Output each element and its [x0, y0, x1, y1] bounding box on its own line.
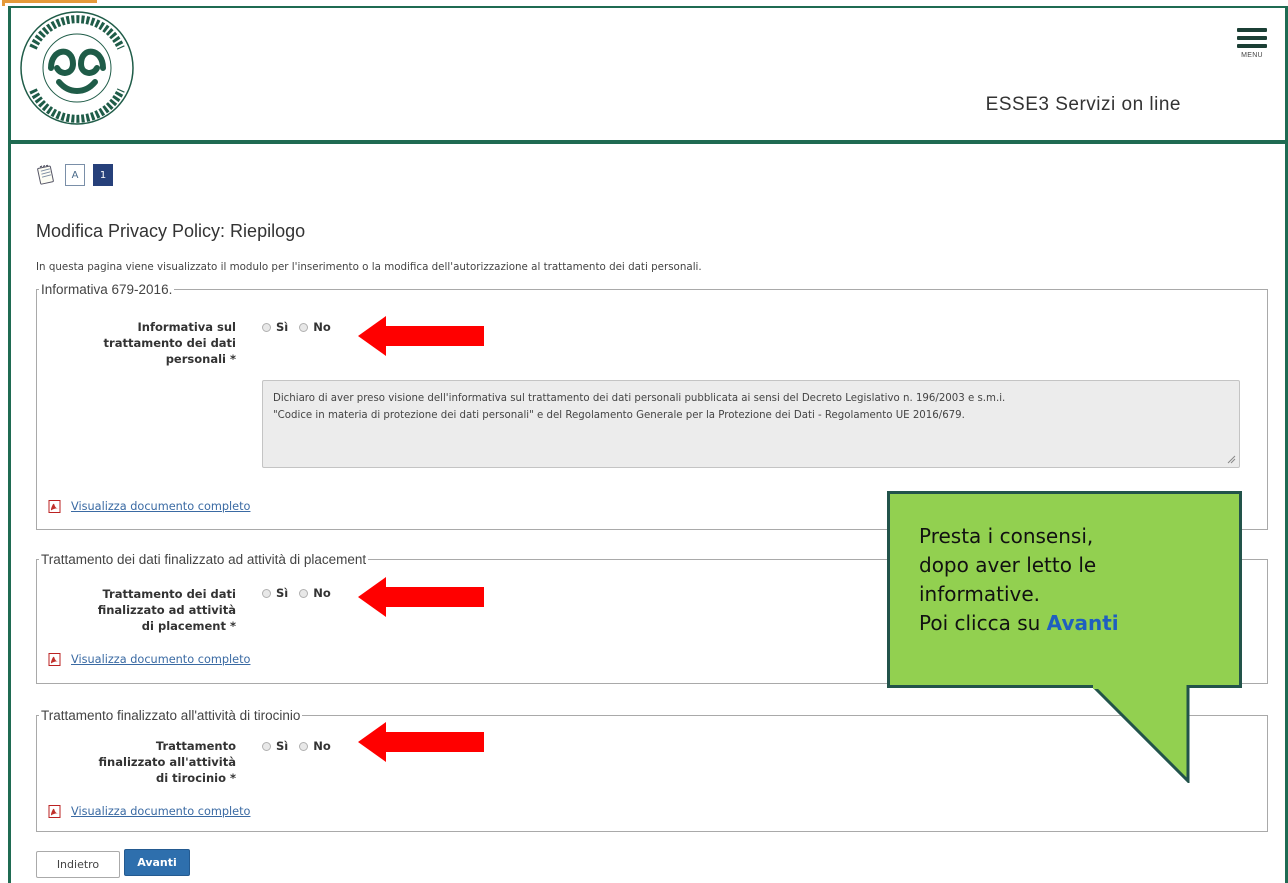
- radio-yes-label: Sì: [276, 739, 289, 753]
- red-arrow-icon: [358, 316, 484, 356]
- radio-yes-label: Sì: [276, 320, 289, 334]
- header: MENU ESSE3 Servizi on line: [11, 8, 1285, 144]
- field-label-tirocinio: Trattamento finalizzato all'attività di …: [98, 739, 236, 785]
- callout-tail: [1090, 685, 1190, 783]
- step-1[interactable]: 1: [93, 164, 113, 186]
- doc-link-text[interactable]: Visualizza documento completo: [71, 805, 250, 818]
- pdf-icon: [48, 805, 61, 818]
- radio-no-label: No: [313, 586, 331, 600]
- pdf-icon: [48, 653, 61, 666]
- site-title: ESSE3 Servizi on line: [985, 94, 1181, 115]
- red-arrow-icon: [358, 722, 484, 762]
- radio-yes-placement[interactable]: [262, 588, 271, 598]
- field-label-placement: Trattamento dei dati finalizzato ad atti…: [97, 587, 236, 633]
- instruction-callout: Presta i consensi, dopo aver letto le in…: [887, 491, 1242, 688]
- radio-no-informativa[interactable]: [299, 322, 309, 332]
- menu-button[interactable]: MENU: [1237, 28, 1267, 59]
- fieldset-legend: Informativa 679-2016.: [41, 282, 173, 297]
- radio-no-label: No: [313, 320, 331, 334]
- radio-group-informativa: Sì No: [262, 320, 337, 334]
- informativa-text-line2: "Codice in materia di protezione dei dat…: [273, 410, 965, 421]
- radio-yes-informativa[interactable]: [262, 322, 271, 332]
- page-intro: In questa pagina viene visualizzato il m…: [36, 261, 702, 273]
- radio-no-placement[interactable]: [299, 588, 309, 598]
- resize-grip-icon[interactable]: [1227, 455, 1236, 464]
- radio-group-placement: Sì No: [262, 586, 337, 600]
- callout-line-1: Presta i consensi,: [919, 524, 1094, 548]
- menu-label: MENU: [1241, 52, 1263, 59]
- callout-line-2: dopo aver letto le: [919, 553, 1097, 577]
- informativa-text-line1: Dichiaro di aver preso visione dell'info…: [273, 393, 1006, 404]
- pdf-icon: [48, 500, 61, 513]
- doc-link-text[interactable]: Visualizza documento completo: [71, 653, 250, 666]
- hamburger-icon: [1237, 28, 1267, 32]
- radio-yes-label: Sì: [276, 586, 289, 600]
- field-label-informativa: Informativa sul trattamento dei dati per…: [103, 320, 236, 366]
- back-button[interactable]: Indietro: [36, 851, 120, 878]
- doc-link-tirocinio[interactable]: Visualizza documento completo: [48, 805, 250, 818]
- informativa-textarea[interactable]: Dichiaro di aver preso visione dell'info…: [262, 380, 1240, 468]
- page-title: Modifica Privacy Policy: Riepilogo: [36, 221, 306, 241]
- radio-group-tirocinio: Sì No: [262, 739, 337, 753]
- radio-yes-tirocinio[interactable]: [262, 741, 271, 751]
- fieldset-legend: Trattamento finalizzato all'attività di …: [41, 708, 301, 723]
- radio-no-tirocinio[interactable]: [299, 741, 309, 751]
- radio-no-label: No: [313, 739, 331, 753]
- red-arrow-icon: [358, 577, 484, 617]
- callout-line-3: informative.: [919, 582, 1041, 606]
- doc-link-informativa[interactable]: Visualizza documento completo: [48, 500, 250, 513]
- notepad-icon[interactable]: [35, 164, 57, 186]
- doc-link-placement[interactable]: Visualizza documento completo: [48, 653, 250, 666]
- step-a[interactable]: A: [65, 164, 85, 186]
- fieldset-legend: Trattamento dei dati finalizzato ad atti…: [41, 552, 367, 567]
- doc-link-text[interactable]: Visualizza documento completo: [71, 500, 250, 513]
- step-navigation: A 1: [35, 163, 113, 187]
- university-seal-logo[interactable]: [11, 8, 141, 136]
- next-button[interactable]: Avanti: [124, 849, 190, 876]
- callout-line-4: Poi clicca su Avanti: [919, 611, 1119, 635]
- callout-highlight: Avanti: [1046, 611, 1119, 635]
